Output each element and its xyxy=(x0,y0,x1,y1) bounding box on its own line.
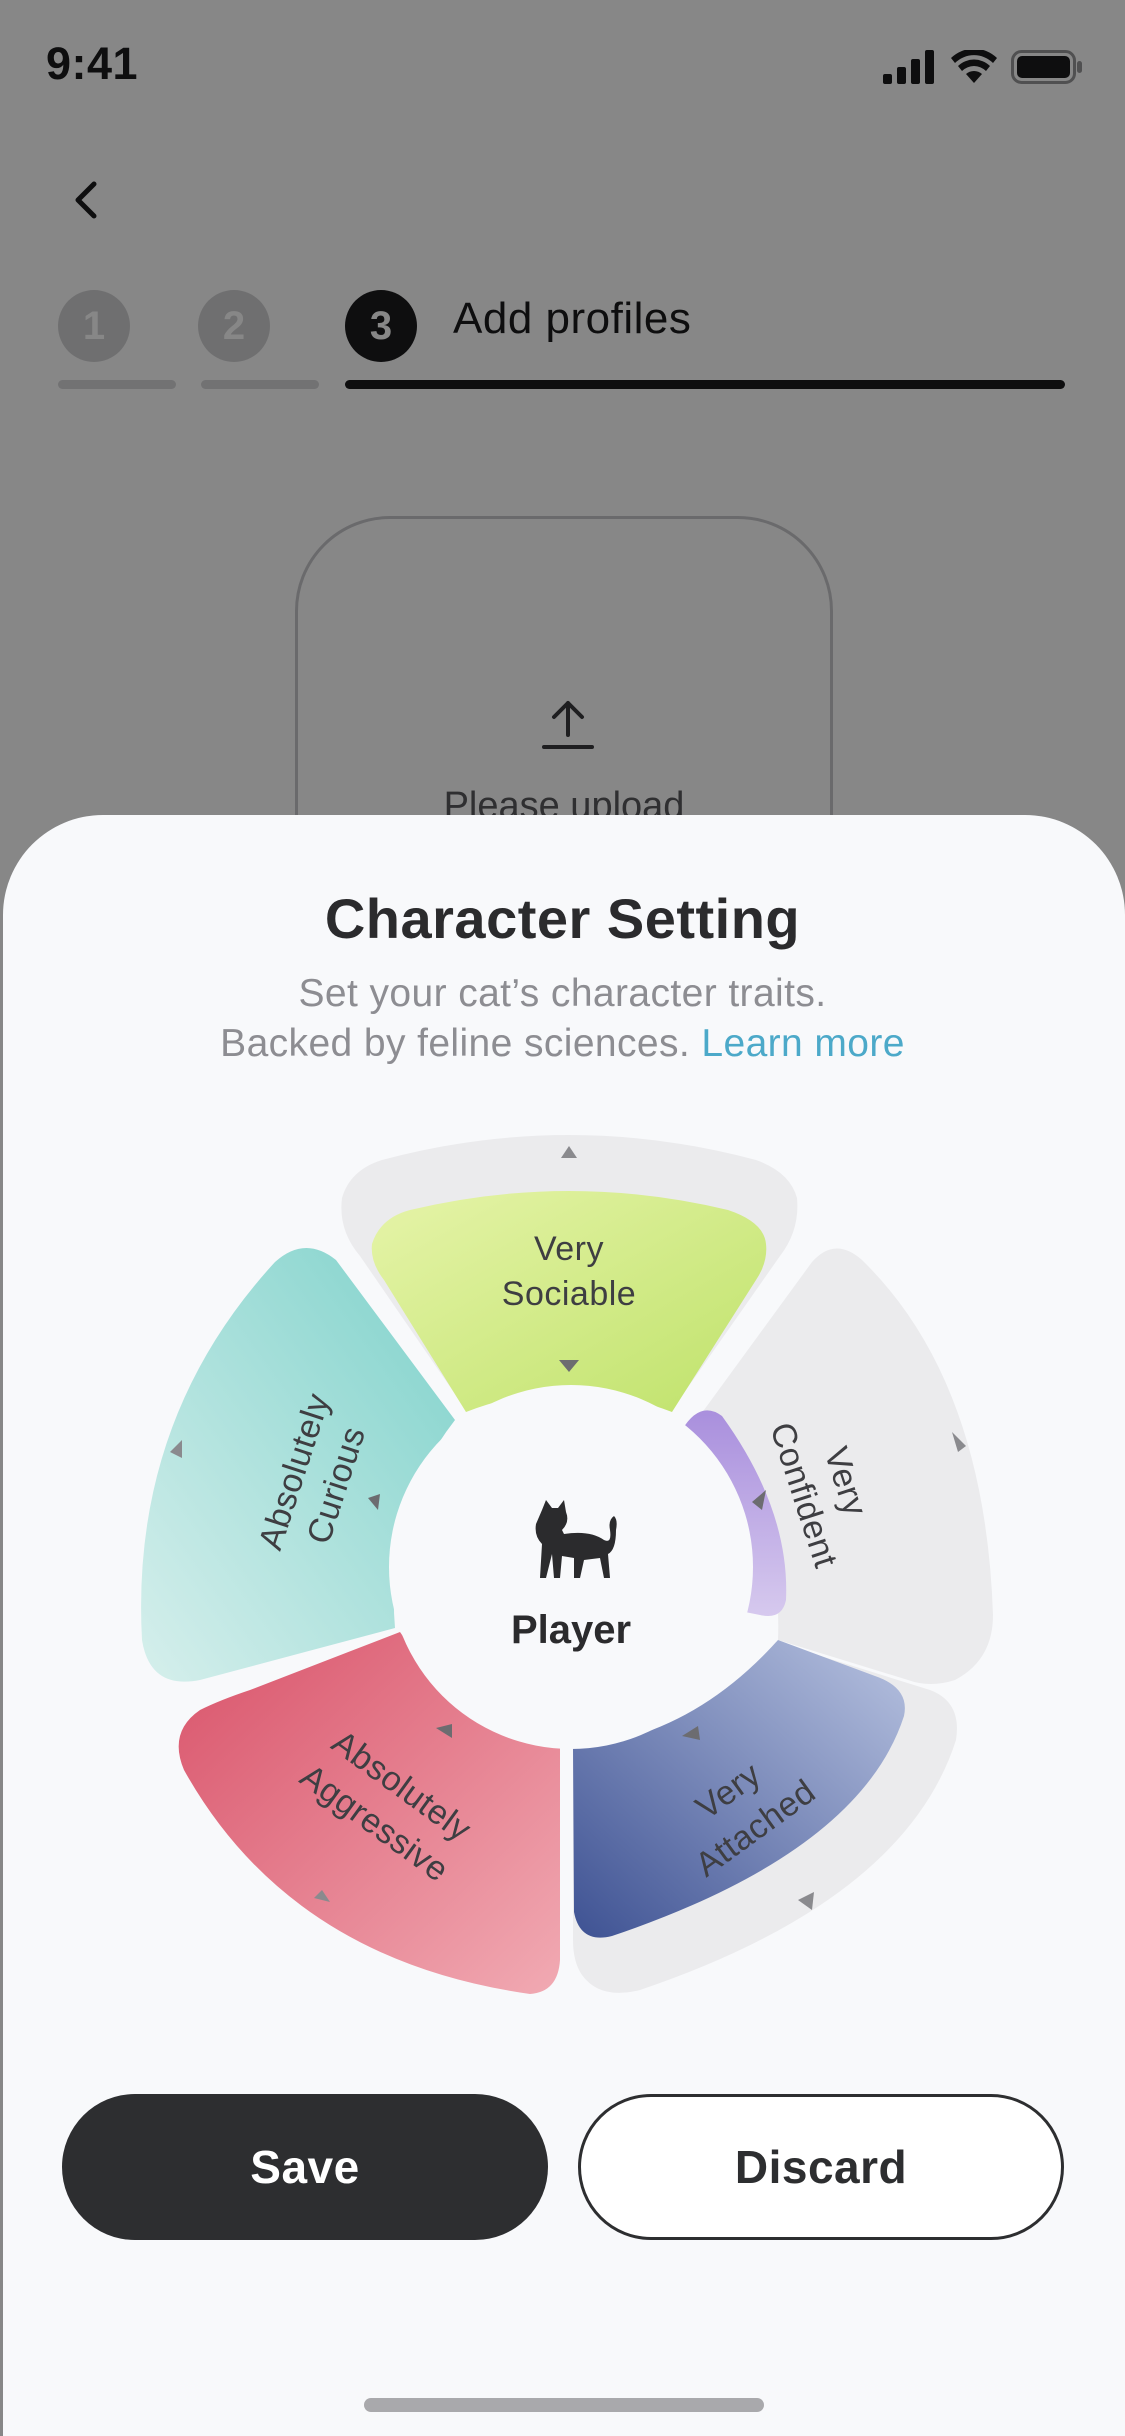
sociable-label-line1: Very xyxy=(534,1230,604,1268)
home-indicator[interactable] xyxy=(364,2398,764,2412)
discard-button[interactable]: Discard xyxy=(578,2094,1064,2240)
sociable-label-line2: Sociable xyxy=(502,1275,636,1313)
character-wheel: Very Sociable Very Confident Very Attach… xyxy=(141,1135,993,1994)
save-button[interactable]: Save xyxy=(62,2094,548,2240)
wheel-center: Player xyxy=(389,1385,753,1749)
center-label: Player xyxy=(511,1608,631,1652)
